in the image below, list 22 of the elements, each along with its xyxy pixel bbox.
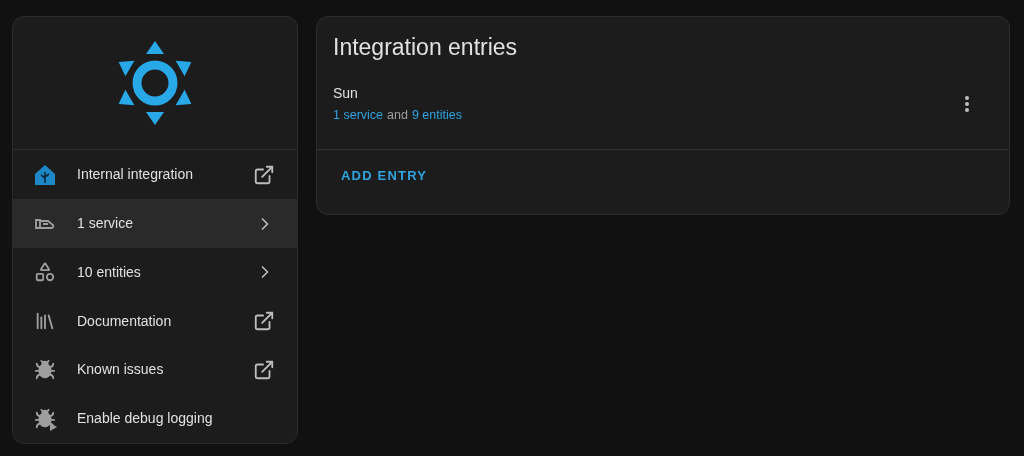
sidebar-item-label: 10 entities bbox=[77, 262, 142, 282]
sidebar-item-label: Enable debug logging bbox=[77, 409, 214, 429]
external-link-icon bbox=[253, 163, 275, 186]
more-options-icon bbox=[965, 95, 969, 112]
entry-text: and bbox=[387, 107, 408, 124]
entry-name: Sun bbox=[333, 84, 359, 103]
sidebar-item-label: Internal integration bbox=[77, 165, 194, 185]
external-link-icon bbox=[253, 310, 275, 333]
entry-link[interactable]: 1 service bbox=[333, 106, 384, 125]
shapes-icon bbox=[34, 261, 56, 284]
sun-logo-icon bbox=[116, 40, 194, 127]
bug-play-icon bbox=[33, 406, 57, 431]
external-link-icon bbox=[253, 358, 275, 381]
card-title: Integration entries bbox=[332, 33, 519, 61]
sidebar-item-label: 1 service bbox=[77, 214, 135, 233]
add-entry-button[interactable]: ADD ENTRY bbox=[333, 161, 436, 190]
sidebar-item-label: Documentation bbox=[77, 311, 173, 331]
bug-icon bbox=[34, 358, 56, 381]
sidebar-item-label: Known issues bbox=[77, 360, 165, 380]
house-icon bbox=[33, 162, 57, 187]
sidebar-item[interactable]: 1 service bbox=[13, 199, 297, 248]
entry-link[interactable]: 9 entities bbox=[411, 106, 462, 125]
